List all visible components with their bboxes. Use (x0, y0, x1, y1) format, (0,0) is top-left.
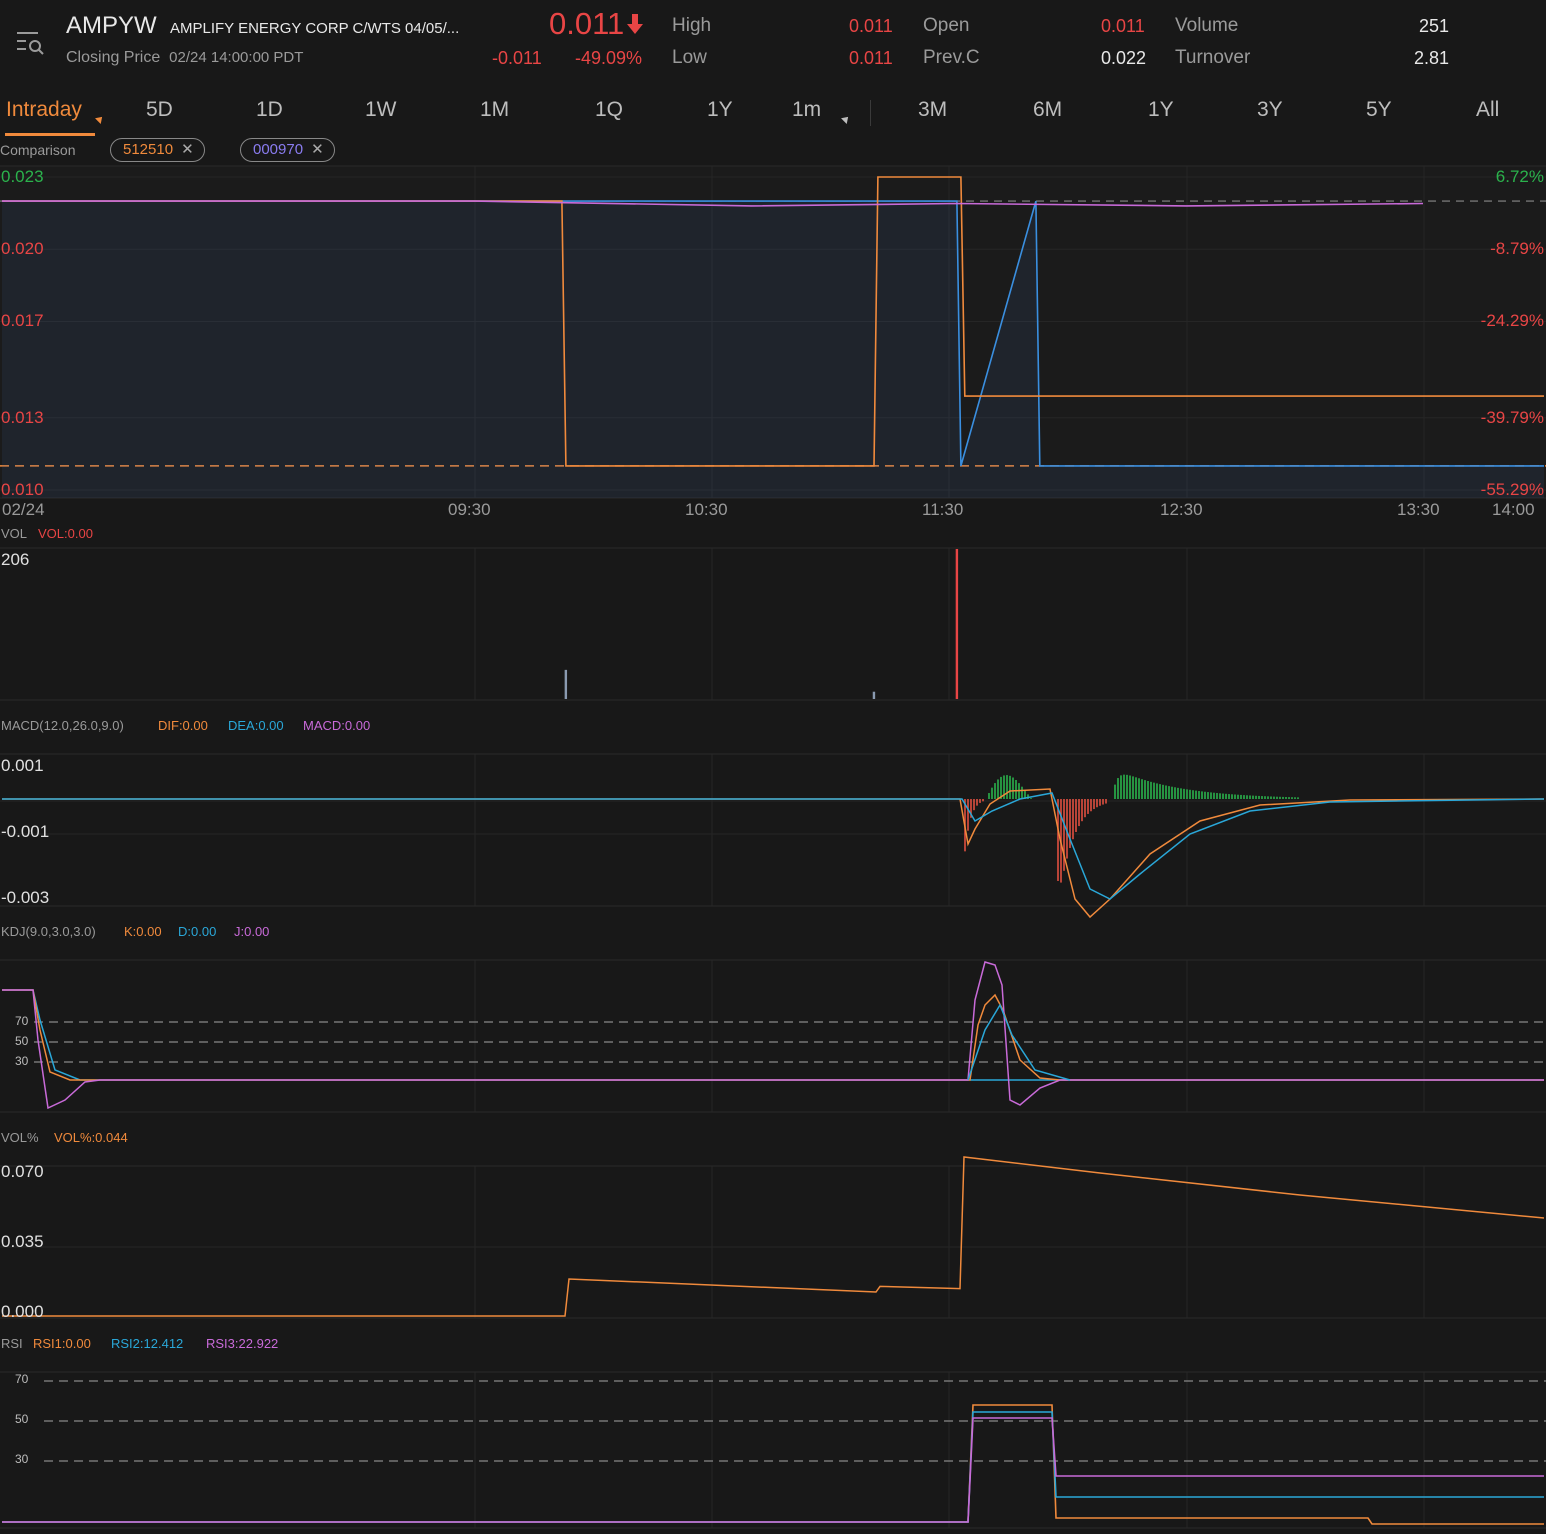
macd-dea-line (2, 792, 1545, 900)
kdj-d-line (2, 989, 1544, 1081)
chart-canvas[interactable] (0, 0, 1546, 1534)
macd-dea-legend: DEA:0.00 (228, 718, 284, 733)
macd-legend: MACD:0.00 (303, 718, 371, 733)
x-tick-label: 10:30 (685, 500, 728, 519)
y-tick-label: 0.017 (1, 311, 44, 331)
rsi3-line (2, 1417, 1544, 1523)
rsi-y-tick: 30 (15, 1452, 29, 1466)
x-tick-label: 13:30 (1397, 500, 1440, 519)
rsi2-line (2, 1411, 1544, 1523)
kdj-y-tick: 70 (15, 1014, 29, 1028)
y-tick-label: 0.020 (1, 239, 44, 259)
volpct-y-tick: 0.035 (1, 1232, 44, 1251)
x-tick-label: 11:30 (922, 500, 964, 519)
volume-bar (955, 549, 959, 699)
rsi-title: RSI (1, 1336, 23, 1351)
kdj-k-legend: K:0.00 (124, 924, 162, 939)
volpct-y-tick: 0.070 (1, 1162, 44, 1181)
volpct-y-tick: 0.000 (1, 1302, 44, 1321)
rsi1-line (2, 1404, 1544, 1525)
x-tick-label: 02/24 (2, 500, 45, 519)
rsi2-legend: RSI2:12.412 (111, 1336, 184, 1351)
vol-y-tick: 206 (1, 550, 30, 569)
macd-dif-line (2, 788, 1545, 919)
rsi-y-tick: 70 (15, 1372, 29, 1386)
y-right-tick-label: -24.29% (1480, 311, 1544, 331)
rsi-y-tick: 50 (15, 1412, 29, 1426)
y-right-tick-label: 6.72% (1495, 167, 1544, 186)
kdj-y-tick: 30 (15, 1054, 29, 1068)
macd-y-tick: 0.001 (1, 756, 44, 775)
volume-bar (872, 691, 876, 699)
volpct-title: VOL% (1, 1130, 39, 1145)
kdj-j-legend: J:0.00 (234, 924, 270, 939)
volume-bar (564, 669, 568, 699)
x-tick-label: 09:30 (448, 500, 491, 519)
y-right-tick-label: -39.79% (1480, 407, 1544, 427)
x-tick-label: 12:30 (1160, 500, 1203, 519)
kdj-d-legend: D:0.00 (178, 924, 217, 939)
macd-dif-legend: DIF:0.00 (158, 718, 208, 733)
macd-y-tick: -0.001 (1, 822, 50, 841)
y-right-tick-label: -8.79% (1490, 239, 1544, 259)
macd-y-tick: -0.003 (1, 888, 50, 907)
vol-legend: VOL:0.00 (38, 526, 93, 541)
rsi1-legend: RSI1:0.00 (33, 1336, 91, 1351)
macd-title: MACD(12.0,26.0,9.0) (1, 718, 124, 733)
rsi3-legend: RSI3:22.922 (206, 1336, 279, 1351)
kdj-j-line (2, 961, 1544, 1110)
kdj-k-line (2, 989, 1544, 1081)
vol-title: VOL (1, 526, 28, 541)
x-tick-label: 14:00 (1492, 500, 1535, 519)
y-tick-label: 0.023 (1, 167, 44, 186)
y-right-tick-label: -55.29% (1480, 480, 1544, 499)
y-tick-label: 0.010 (1, 480, 44, 499)
volpct-legend: VOL%:0.044 (54, 1130, 128, 1145)
volpct-line (2, 1156, 1545, 1317)
kdj-title: KDJ(9.0,3.0,3.0) (1, 924, 96, 939)
y-tick-label: 0.013 (1, 407, 44, 427)
kdj-y-tick: 50 (15, 1034, 29, 1048)
